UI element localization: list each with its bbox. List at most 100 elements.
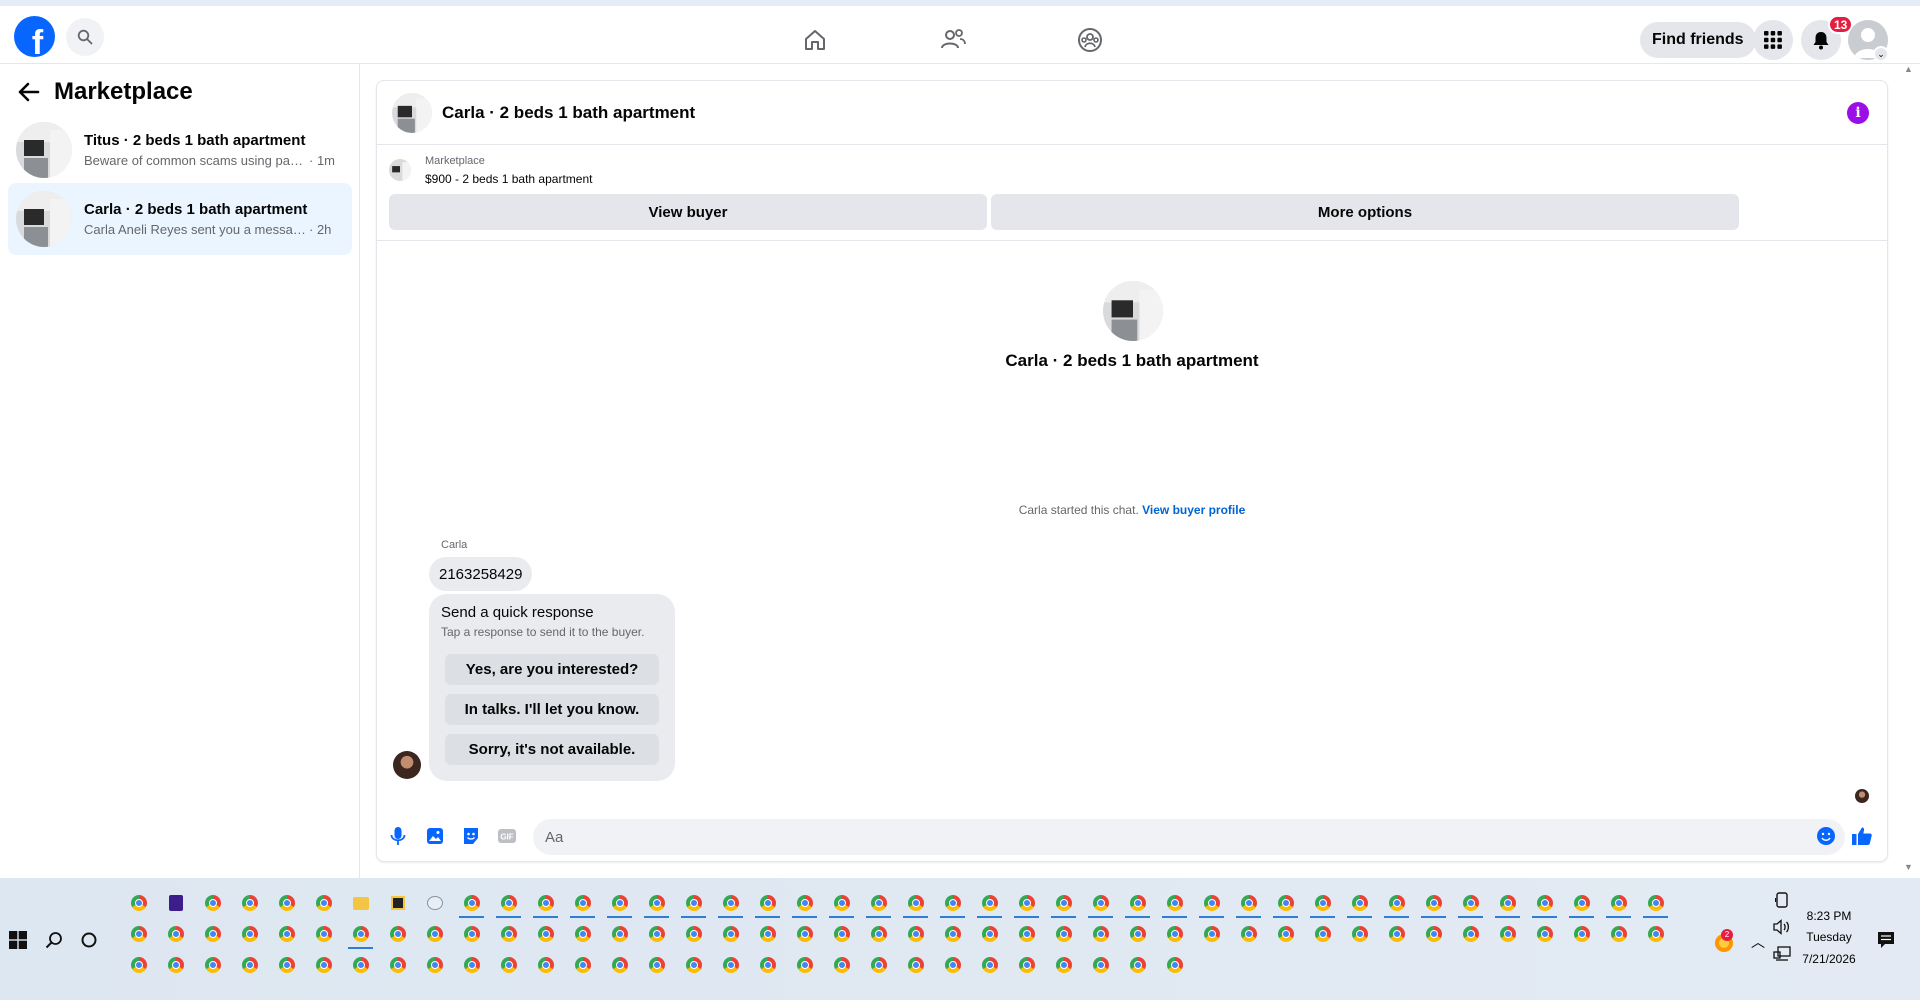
taskbar-app-button[interactable] (416, 919, 453, 949)
conversation-item-titus[interactable]: Titus · 2 beds 1 bath apartment Beware o… (8, 114, 352, 186)
taskbar-app-button[interactable] (934, 919, 971, 949)
taskbar-app-button[interactable] (1082, 950, 1119, 980)
taskbar-app-button[interactable] (1452, 919, 1489, 949)
taskbar-app-button[interactable] (379, 950, 416, 980)
taskbar-app-button[interactable] (823, 919, 860, 949)
taskbar-app-button[interactable] (1082, 888, 1119, 918)
taskbar-app-button[interactable] (1600, 919, 1637, 949)
start-button[interactable] (6, 928, 30, 952)
taskbar-app-button[interactable] (231, 950, 268, 980)
taskbar-app-button[interactable] (157, 888, 194, 918)
taskbar-app-button[interactable] (1008, 888, 1045, 918)
taskbar-app-button[interactable] (194, 919, 231, 949)
taskbar-app-button[interactable] (1267, 888, 1304, 918)
emoji-icon[interactable] (1815, 825, 1837, 847)
gif-icon[interactable]: GIF (496, 825, 518, 847)
taskbar-app-button[interactable] (194, 888, 231, 918)
taskbar-app-button[interactable] (1193, 919, 1230, 949)
taskbar-app-button[interactable] (1600, 888, 1637, 918)
listing-thumbnail[interactable] (392, 92, 432, 133)
taskbar-app-button[interactable] (379, 919, 416, 949)
menu-button[interactable] (1753, 20, 1793, 60)
taskbar-app-button[interactable] (120, 950, 157, 980)
taskbar-app-button[interactable] (860, 950, 897, 980)
taskbar-app-button[interactable] (416, 950, 453, 980)
taskbar-search-button[interactable] (42, 928, 66, 952)
taskbar-app-button[interactable] (1156, 919, 1193, 949)
chevron-down-icon[interactable]: ⌄ (1873, 46, 1889, 62)
cortana-button[interactable] (77, 928, 101, 952)
taskbar-app-button[interactable] (749, 888, 786, 918)
clock-time[interactable]: 8:23 PM (1792, 909, 1866, 923)
taskbar-app-button[interactable] (601, 950, 638, 980)
view-buyer-button[interactable]: View buyer (389, 194, 987, 230)
taskbar-app-button[interactable] (453, 919, 490, 949)
taskbar-app-button[interactable] (1563, 888, 1600, 918)
sender-avatar[interactable] (393, 751, 421, 779)
taskbar-app-button[interactable] (1156, 888, 1193, 918)
chevron-up-icon[interactable]: ︿ (1746, 930, 1770, 954)
thumbs-up-icon[interactable] (1851, 825, 1873, 847)
friends-tab[interactable] (939, 26, 967, 54)
scrollbar-down-arrow[interactable]: ▼ (1904, 862, 1913, 872)
taskbar-app-button[interactable] (638, 888, 675, 918)
clock-day[interactable]: Tuesday (1792, 930, 1866, 944)
taskbar-app-button[interactable] (1563, 919, 1600, 949)
taskbar-app-button[interactable] (1045, 950, 1082, 980)
taskbar-app-button[interactable] (786, 919, 823, 949)
taskbar-app-button[interactable] (305, 888, 342, 918)
taskbar-app-button[interactable] (157, 950, 194, 980)
taskbar-app-button[interactable] (786, 950, 823, 980)
taskbar-app-button[interactable] (1637, 919, 1674, 949)
taskbar-app-button[interactable] (1637, 888, 1674, 918)
taskbar-app-button[interactable] (453, 888, 490, 918)
taskbar-app-button[interactable] (453, 950, 490, 980)
taskbar-app-button[interactable] (342, 888, 379, 918)
taskbar-app-button[interactable] (601, 888, 638, 918)
action-center-button[interactable] (1874, 928, 1898, 952)
taskbar-app-button[interactable] (1378, 919, 1415, 949)
taskbar-app-button[interactable] (564, 950, 601, 980)
taskbar-app-button[interactable] (268, 919, 305, 949)
quick-response-option[interactable]: Sorry, it's not available. (445, 734, 659, 765)
taskbar-app-button[interactable] (1415, 919, 1452, 949)
microphone-icon[interactable] (387, 825, 409, 847)
search-button[interactable] (66, 18, 104, 56)
tablet-mode-icon[interactable] (1770, 888, 1794, 912)
network-icon[interactable] (1770, 942, 1794, 966)
taskbar-app-button[interactable] (1304, 888, 1341, 918)
more-options-button[interactable]: More options (991, 194, 1739, 230)
taskbar-app-button[interactable] (971, 919, 1008, 949)
taskbar-app-button[interactable] (1341, 919, 1378, 949)
taskbar-app-button[interactable] (231, 919, 268, 949)
conversation-item-carla[interactable]: Carla · 2 beds 1 bath apartment Carla An… (8, 183, 352, 255)
taskbar-app-button[interactable] (1119, 950, 1156, 980)
taskbar-app-button[interactable] (786, 888, 823, 918)
taskbar-app-button[interactable] (194, 950, 231, 980)
message-input[interactable]: Aa (533, 819, 1845, 855)
taskbar-app-button[interactable] (1526, 888, 1563, 918)
taskbar-app-button[interactable] (490, 950, 527, 980)
taskbar-app-button[interactable] (675, 919, 712, 949)
message-bubble[interactable]: 2163258429 (429, 557, 533, 591)
taskbar-app-button[interactable] (638, 950, 675, 980)
chat-title[interactable]: Carla · 2 beds 1 bath apartment (442, 103, 695, 123)
taskbar-app-button[interactable] (749, 950, 786, 980)
view-buyer-profile-link[interactable]: View buyer profile (1142, 503, 1245, 517)
taskbar-app-button[interactable] (1045, 919, 1082, 949)
sticker-icon[interactable] (460, 825, 482, 847)
quick-response-option[interactable]: In talks. I'll let you know. (445, 694, 659, 725)
taskbar-app-button[interactable] (564, 919, 601, 949)
taskbar-app-button[interactable] (1452, 888, 1489, 918)
taskbar-app-button[interactable] (416, 888, 453, 918)
taskbar-app-button[interactable] (823, 950, 860, 980)
taskbar-app-button[interactable] (971, 888, 1008, 918)
taskbar-app-button[interactable] (490, 919, 527, 949)
taskbar-app-button[interactable] (1230, 888, 1267, 918)
taskbar-app-button[interactable] (1008, 919, 1045, 949)
taskbar-app-button[interactable] (675, 950, 712, 980)
taskbar-app-button[interactable] (860, 888, 897, 918)
taskbar-app-button[interactable] (675, 888, 712, 918)
home-tab[interactable] (801, 26, 829, 54)
taskbar-app-button[interactable] (527, 888, 564, 918)
